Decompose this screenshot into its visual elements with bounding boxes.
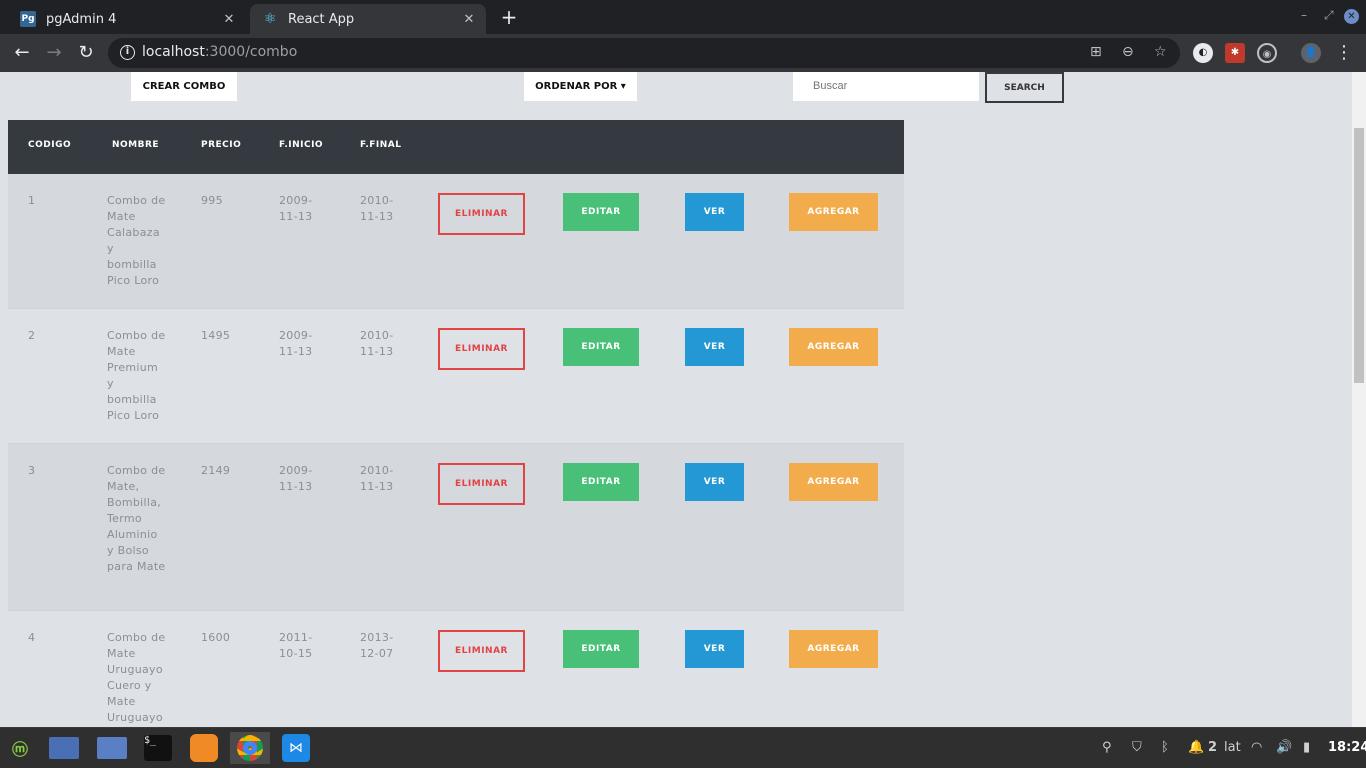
cell-nombre: Combo de Mate Uruguayo Cuero y Mate Urug… xyxy=(107,631,166,724)
cell-inicio: 2009-11-13 xyxy=(279,194,313,223)
bluetooth-icon[interactable]: ᛒ xyxy=(1161,740,1169,755)
extension-red-icon[interactable]: ✱ xyxy=(1225,43,1245,63)
eliminar-button[interactable]: ELIMINAR xyxy=(438,328,525,370)
firefox-icon[interactable] xyxy=(187,732,221,764)
column-header: PRECIO xyxy=(201,140,242,150)
cell-precio: 1600 xyxy=(201,631,231,644)
tab-title: React App xyxy=(288,11,355,27)
cell-codigo: 3 xyxy=(28,464,36,477)
reload-icon[interactable]: ↻ xyxy=(74,41,98,65)
eliminar-button[interactable]: ELIMINAR xyxy=(438,193,525,235)
table-row: 3 Combo de Mate, Bombilla, Termo Alumini… xyxy=(8,444,904,611)
ver-button[interactable]: VER xyxy=(685,328,744,366)
ver-button[interactable]: VER xyxy=(685,463,744,501)
profile-avatar[interactable]: 👤 xyxy=(1301,43,1321,63)
cell-final: 2010-11-13 xyxy=(360,464,394,493)
table-row: 4 Combo de Mate Uruguayo Cuero y Mate Ur… xyxy=(8,611,904,727)
eliminar-button[interactable]: ELIMINAR xyxy=(438,463,525,505)
close-icon[interactable]: ✕ xyxy=(218,12,240,27)
minimize-icon[interactable]: – xyxy=(1301,8,1307,22)
cell-precio: 995 xyxy=(201,194,223,207)
column-header: F.INICIO xyxy=(279,140,324,150)
url-text[interactable]: localhost:3000/combo xyxy=(142,44,297,60)
table-row: 2 Combo de Mate Premium y bombilla Pico … xyxy=(8,309,904,444)
forward-icon[interactable]: → xyxy=(42,41,66,65)
mint-menu-icon[interactable]: ⓜ xyxy=(3,732,37,764)
restore-icon[interactable]: ⤢ xyxy=(1324,8,1334,23)
scrollbar-thumb[interactable] xyxy=(1354,128,1364,383)
agregar-button[interactable]: AGREGAR xyxy=(789,463,878,501)
extension-target-icon[interactable]: ◉ xyxy=(1257,43,1277,63)
shield-icon[interactable]: ⛉ xyxy=(1132,740,1142,755)
cell-nombre: Combo de Mate, Bombilla, Termo Aluminio … xyxy=(107,464,166,573)
agregar-button[interactable]: AGREGAR xyxy=(789,193,878,231)
search-input[interactable] xyxy=(793,72,979,101)
table-row: 1 Combo de Mate Calabaza y bombilla Pico… xyxy=(8,174,904,309)
cell-final: 2010-11-13 xyxy=(360,329,394,358)
menu-icon[interactable]: ⋮ xyxy=(1332,41,1356,65)
new-tab-button[interactable]: + xyxy=(498,6,520,28)
vscode-icon[interactable]: ⋈ xyxy=(279,732,313,764)
show-desktop-icon[interactable] xyxy=(47,732,81,764)
column-header: CODIGO xyxy=(28,140,72,150)
tab-pgadmin[interactable]: Pg pgAdmin 4 ✕ xyxy=(8,4,246,34)
network-status-icon[interactable]: ⚲ xyxy=(1102,740,1112,755)
editar-button[interactable]: EDITAR xyxy=(563,328,639,366)
browser-tab-bar: Pg pgAdmin 4 ✕ ⚛ React App ✕ + – ⤢ ✕ xyxy=(0,0,1366,34)
ver-button[interactable]: VER xyxy=(685,630,744,668)
table-header: CODIGO NOMBRE PRECIO F.INICIO F.FINAL xyxy=(8,120,904,174)
zoom-icon[interactable]: ⊖ xyxy=(1122,44,1134,60)
keyboard-layout[interactable]: lat xyxy=(1224,740,1241,755)
bookmark-star-icon[interactable]: ☆ xyxy=(1154,44,1167,60)
cell-final: 2010-11-13 xyxy=(360,194,394,223)
tab-title: pgAdmin 4 xyxy=(46,11,117,27)
editar-button[interactable]: EDITAR xyxy=(563,463,639,501)
cell-precio: 2149 xyxy=(201,464,231,477)
files-icon[interactable] xyxy=(95,732,129,764)
cell-codigo: 2 xyxy=(28,329,36,342)
combo-table: CODIGO NOMBRE PRECIO F.INICIO F.FINAL 1 … xyxy=(8,120,904,727)
crear-combo-button[interactable]: CREAR COMBO xyxy=(131,72,237,101)
translate-icon[interactable]: ⊞ xyxy=(1090,44,1102,60)
pgadmin-icon: Pg xyxy=(20,11,36,27)
volume-icon[interactable]: 🔊 xyxy=(1276,740,1292,755)
cell-codigo: 4 xyxy=(28,631,36,644)
extension-icon[interactable]: ◐ xyxy=(1193,43,1213,63)
close-icon[interactable]: ✕ xyxy=(458,12,480,27)
terminal-icon[interactable]: $_ xyxy=(141,732,175,764)
column-header: NOMBRE xyxy=(112,140,160,150)
cell-codigo: 1 xyxy=(28,194,36,207)
react-icon: ⚛ xyxy=(263,11,277,27)
info-icon[interactable]: i xyxy=(120,45,135,60)
address-bar[interactable]: i localhost:3000/combo ⊞ ⊖ ☆ xyxy=(108,38,1180,68)
cell-nombre: Combo de Mate Calabaza y bombilla Pico L… xyxy=(107,194,166,287)
tab-react-app[interactable]: ⚛ React App ✕ xyxy=(250,4,486,34)
chrome-icon[interactable] xyxy=(230,732,270,764)
cell-inicio: 2009-11-13 xyxy=(279,329,313,358)
cell-nombre: Combo de Mate Premium y bombilla Pico Lo… xyxy=(107,329,166,422)
clock[interactable]: 18:24 xyxy=(1328,740,1366,755)
agregar-button[interactable]: AGREGAR xyxy=(789,630,878,668)
agregar-button[interactable]: AGREGAR xyxy=(789,328,878,366)
ver-button[interactable]: VER xyxy=(685,193,744,231)
browser-toolbar: ← → ↻ i localhost:3000/combo ⊞ ⊖ ☆ ◐ ✱ ◉… xyxy=(0,34,1366,72)
notifications-icon[interactable]: 🔔 xyxy=(1188,740,1204,755)
cell-precio: 1495 xyxy=(201,329,231,342)
workspace-indicator[interactable]: 2 xyxy=(1208,740,1217,755)
ordenar-por-dropdown[interactable]: ORDENAR POR ▾ xyxy=(524,72,637,101)
cell-inicio: 2009-11-13 xyxy=(279,464,313,493)
editar-button[interactable]: EDITAR xyxy=(563,630,639,668)
page-viewport: CREAR COMBO ORDENAR POR ▾ SEARCH CODIGO … xyxy=(0,72,1352,727)
eliminar-button[interactable]: ELIMINAR xyxy=(438,630,525,672)
window-close-icon[interactable]: ✕ xyxy=(1344,9,1359,24)
column-header: F.FINAL xyxy=(360,140,402,150)
taskbar: ⓜ $_ ⋈ ⚲ ⛉ ᛒ 🔔 2 lat ◠ 🔊 ▮ 18:24 xyxy=(0,727,1366,768)
back-icon[interactable]: ← xyxy=(10,41,34,65)
cell-inicio: 2011-10-15 xyxy=(279,631,313,660)
battery-icon[interactable]: ▮ xyxy=(1303,740,1310,755)
search-button[interactable]: SEARCH xyxy=(985,72,1064,103)
wifi-icon[interactable]: ◠ xyxy=(1251,740,1262,755)
editar-button[interactable]: EDITAR xyxy=(563,193,639,231)
cell-final: 2013-12-07 xyxy=(360,631,394,660)
